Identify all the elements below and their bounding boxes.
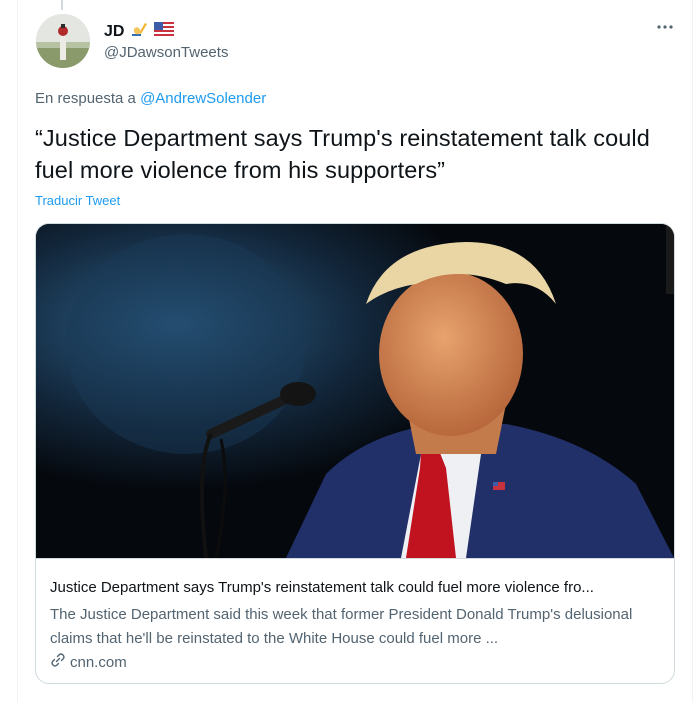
reply-context: En respuesta a @AndrewSolender: [35, 90, 266, 107]
link-preview-card[interactable]: Justice Department says Trump's reinstat…: [35, 223, 675, 684]
translate-tweet-link[interactable]: Traducir Tweet: [35, 193, 120, 208]
card-source-domain: cnn.com: [70, 653, 127, 671]
tweet-text: “Justice Department says Trump's reinsta…: [35, 125, 650, 183]
avatar[interactable]: [36, 14, 90, 68]
thread-connector: [61, 0, 63, 10]
us-flag-icon: [154, 22, 175, 41]
card-source: cnn.com: [50, 652, 127, 672]
avatar-image: [36, 14, 90, 68]
card-title: Justice Department says Trump's reinstat…: [50, 579, 594, 596]
timeline-border-left: [17, 0, 18, 702]
timeline-border-right: [692, 0, 693, 702]
link-icon: [50, 652, 66, 672]
more-icon: [657, 25, 673, 29]
card-description: The Justice Department said this week th…: [50, 606, 633, 647]
more-options-button[interactable]: [652, 14, 678, 40]
author-name-row: JD: [104, 20, 175, 43]
author-handle[interactable]: @JDawsonTweets: [104, 44, 228, 61]
writing-hand-icon: [130, 20, 148, 43]
reply-mention-link[interactable]: @AndrewSolender: [140, 90, 266, 107]
card-divider: [36, 558, 674, 559]
reply-prefix: En respuesta a: [35, 90, 136, 107]
author-display-name[interactable]: JD: [104, 23, 124, 41]
card-image: [36, 224, 674, 559]
